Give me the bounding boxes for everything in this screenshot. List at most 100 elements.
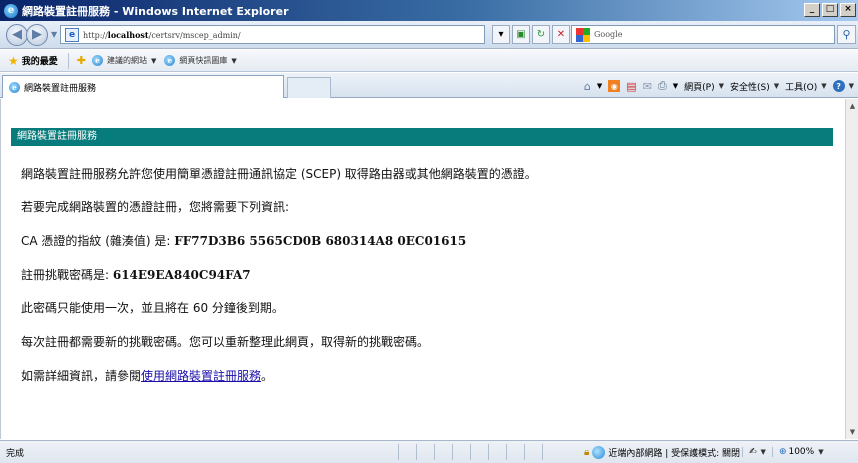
close-button[interactable]: × (840, 3, 856, 17)
chevron-down-icon: ▼ (151, 56, 157, 65)
challenge-password: 614E9EA840C94FA7 (112, 268, 251, 282)
address-input[interactable]: e http://localhost/certsrv/mscep_admin/ (60, 25, 485, 44)
status-pane (542, 444, 560, 460)
search-icon[interactable]: ⚲ (837, 25, 856, 44)
chevron-down-icon[interactable]: ▼ (673, 82, 678, 90)
favorites-button[interactable]: 我的最愛 (22, 54, 58, 67)
status-pane (470, 444, 488, 460)
address-dropdown-icon[interactable]: ▾ (492, 25, 510, 44)
refresh-icon[interactable]: ↻ (532, 25, 550, 44)
info-needed-text: 若要完成網路裝置的憑證註冊，您將需要下列資訊: (21, 200, 290, 214)
challenge-line: 註冊挑戰密碼是: 614E9EA840C94FA7 (21, 266, 251, 283)
page-menu-label: 網頁(P) (684, 82, 715, 93)
minimize-button[interactable]: _ (804, 3, 820, 17)
address-buttons: ▾ ▣ ↻ ✕ (492, 25, 570, 44)
page-banner: 網路裝置註冊服務 (11, 128, 833, 146)
chevron-down-icon: ▼ (231, 56, 237, 65)
tools-menu[interactable]: 工具(O) ▼ (785, 80, 827, 93)
favorites-divider (67, 52, 69, 69)
tab-network-device-enrollment[interactable]: e 網路裝置註冊服務 (2, 75, 284, 98)
mail-icon[interactable]: ✉ (643, 80, 652, 93)
stop-icon[interactable]: ✕ (552, 25, 570, 44)
chevron-down-icon: ▼ (773, 82, 780, 90)
command-bar: ⌂ ▼ ◉ ▤ ✉ ⎙ ▼ 網頁(P) ▼ 安全性(S) ▼ 工具(O) ▼ ? ▼ (584, 76, 854, 96)
expiry-note: 此密碼只能使用一次，並且將在 60 分鐘後到期。 (21, 301, 284, 315)
fav-link-label: 網頁快訊圖庫 (179, 56, 228, 65)
lock-icon: 🔒︎ (584, 446, 590, 458)
status-panes (398, 444, 560, 460)
maximize-button[interactable]: □ (822, 3, 838, 17)
thumbprint-line: CA 憑證的指紋 (雜湊值) 是: FF77D3B6 5565CD0B 6803… (21, 232, 466, 249)
zone-text: 近端內部網路 | 受保護模式: 關閉 (608, 448, 740, 459)
help-icon: ? (832, 80, 845, 92)
add-favorite-icon[interactable]: ✚ (77, 54, 86, 67)
ie-page-icon: e (164, 55, 176, 66)
window-controls: _ □ × (804, 3, 856, 17)
page-icon: e (65, 27, 79, 42)
refresh-note: 每次註冊都需要新的挑戰密碼。您可以重新整理此網頁，取得新的挑戰密碼。 (21, 335, 430, 349)
status-pane (452, 444, 470, 460)
chevron-down-icon[interactable]: ▼ (597, 82, 602, 90)
chevron-down-icon: ▼ (760, 448, 766, 456)
tab-bar: e 網路裝置註冊服務 ⌂ ▼ ◉ ▤ ✉ ⎙ ▼ 網頁(P) ▼ 安全性(S) ▼ … (0, 73, 858, 98)
search-input[interactable]: Google (571, 25, 835, 44)
ie-page-icon: e (92, 55, 103, 66)
new-tab-button[interactable] (287, 77, 331, 98)
safety-menu-label: 安全性(S) (729, 82, 770, 93)
zone-icon (592, 445, 606, 459)
page-content: 網路裝置註冊服務 網路裝置註冊服務允許您使用簡單憑證註冊通訊協定 (SCEP) … (0, 99, 844, 439)
zoom-icon: ⊕ (778, 447, 787, 457)
google-icon (576, 27, 590, 42)
fav-link-suggested-sites[interactable]: e 建議的網站 ▼ (92, 55, 156, 66)
feeds-icon[interactable]: ◉ (608, 80, 621, 92)
compat-view-icon[interactable]: ▣ (512, 25, 530, 44)
intro-text: 網路裝置註冊服務允許您使用簡單憑證註冊通訊協定 (SCEP) 取得路由器或其他網… (21, 167, 537, 181)
print-icon[interactable]: ⎙ (658, 79, 667, 93)
search-placeholder: Google (594, 30, 623, 39)
zoom-area: ✍︎ ▼ ⊕ 100% ▼ (742, 444, 824, 460)
status-pane (506, 444, 524, 460)
more-info-suffix: 。 (261, 369, 274, 383)
forward-icon[interactable]: ▶ (26, 23, 48, 46)
address-toolbar: ◀ ▶ ▼ e http://localhost/certsrv/mscep_a… (0, 21, 858, 49)
tools-menu-label: 工具(O) (785, 82, 818, 93)
research-icon[interactable]: ▤ (626, 80, 636, 93)
chevron-down-icon: ▼ (818, 448, 824, 456)
window-title: 網路裝置註冊服務 - Windows Internet Explorer (22, 4, 289, 18)
chevron-down-icon: ▼ (848, 82, 854, 90)
help-link[interactable]: 使用網路裝置註冊服務 (141, 369, 261, 383)
security-zone[interactable]: 🔒︎ 近端內部網路 | 受保護模式: 關閉 (580, 444, 740, 460)
status-bar: 完成 🔒︎ 近端內部網路 | 受保護模式: 關閉 ✍︎ ▼ ⊕ 100% ▼ (0, 440, 858, 463)
status-text: 完成 (6, 449, 25, 459)
scroll-up-icon[interactable]: ▲ (847, 100, 858, 112)
history-dropdown-icon[interactable]: ▼ (51, 30, 57, 39)
status-pane (434, 444, 452, 460)
tab-title: 網路裝置註冊服務 (24, 83, 97, 94)
help-menu[interactable]: ? ▼ (832, 80, 854, 92)
challenge-label: 註冊挑戰密碼是: (21, 268, 113, 282)
vertical-scrollbar[interactable]: ▲ ▼ (845, 99, 858, 439)
home-icon[interactable]: ⌂ (584, 80, 591, 93)
status-pane (416, 444, 434, 460)
safety-menu[interactable]: 安全性(S) ▼ (730, 80, 779, 93)
thumbprint-value: FF77D3B6 5565CD0B 680314A8 0EC01615 (174, 234, 467, 248)
title-bar: e 網路裝置註冊服務 - Windows Internet Explorer _… (0, 0, 858, 21)
status-pane (488, 444, 506, 460)
fav-link-label: 建議的網站 (107, 56, 147, 65)
fav-link-web-slice-gallery[interactable]: e 網頁快訊圖庫 ▼ (164, 55, 237, 66)
thumbprint-label: CA 憑證的指紋 (雜湊值) 是: (21, 234, 175, 248)
back-icon[interactable]: ◀ (6, 23, 28, 46)
zoom-level: 100% (788, 447, 815, 457)
chevron-down-icon: ▼ (718, 82, 724, 90)
favorites-bar: ★ 我的最愛 ✚ e 建議的網站 ▼ e 網頁快訊圖庫 ▼ (0, 50, 858, 72)
protected-mode-icon[interactable]: ✍︎ ▼ (742, 447, 766, 457)
star-icon[interactable]: ★ (8, 54, 19, 68)
scroll-down-icon[interactable]: ▼ (847, 426, 858, 438)
status-pane (398, 444, 416, 460)
zoom-button[interactable]: ⊕ 100% ▼ (771, 447, 824, 457)
page-menu[interactable]: 網頁(P) ▼ (684, 80, 724, 93)
more-info-prefix: 如需詳細資訊，請參閱 (21, 369, 142, 383)
more-info-line: 如需詳細資訊，請參閱使用網路裝置註冊服務。 (21, 367, 273, 384)
url-text: http://localhost/certsrv/mscep_admin/ (83, 29, 241, 40)
chevron-down-icon: ▼ (821, 82, 827, 90)
